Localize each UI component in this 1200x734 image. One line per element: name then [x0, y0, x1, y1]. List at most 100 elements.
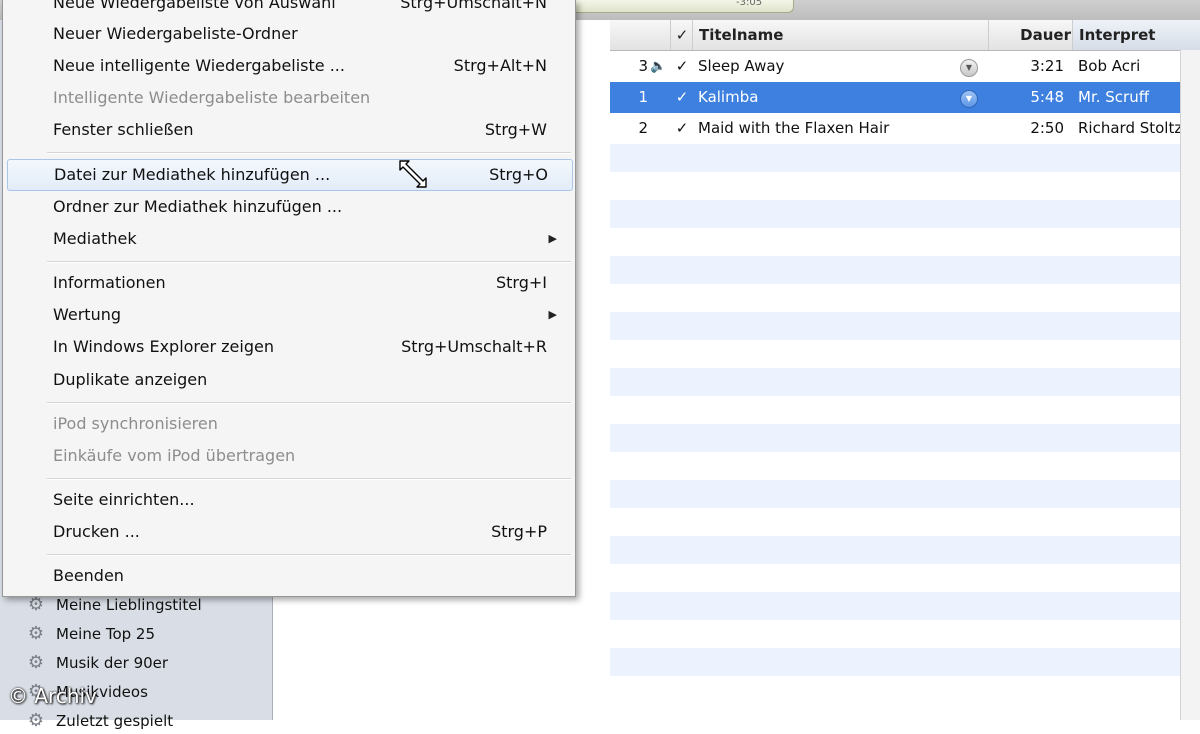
menu-item-label: Intelligente Wiedergabeliste bearbeiten	[53, 88, 371, 107]
empty-row	[610, 256, 1180, 284]
empty-row	[610, 620, 1180, 648]
empty-row	[610, 312, 1180, 340]
track-duration: 2:50	[1030, 119, 1064, 137]
menu-item-label: Neue Wiedergabeliste von Auswahl	[53, 0, 336, 12]
empty-row	[610, 200, 1180, 228]
menu-item-label: Ordner zur Mediathek hinzufügen ...	[53, 197, 343, 216]
scrollbar[interactable]	[1180, 50, 1200, 720]
empty-row	[610, 228, 1180, 256]
sidebar-item-label: Zuletzt gespielt	[56, 712, 174, 730]
menu-item-label: iPod synchronisieren	[53, 414, 218, 433]
column-title[interactable]: Titelname	[692, 20, 989, 50]
menu-item-quit[interactable]: Beenden	[7, 561, 571, 591]
menu-item-transfer-purchases: Einkäufe vom iPod übertragen	[7, 441, 571, 471]
menu-separator	[47, 478, 571, 480]
empty-row	[610, 340, 1180, 368]
menu-item-label: Drucken ...	[53, 522, 140, 541]
track-number: 1	[638, 88, 648, 106]
menu-item-shortcut: Strg+Umschalt+N	[400, 0, 547, 12]
menu-item-label: Einkäufe vom iPod übertragen	[53, 446, 296, 465]
table-row[interactable]: 2 ✓ Maid with the Flaxen Hair 2:50 Richa…	[610, 113, 1180, 144]
menu-separator	[47, 152, 571, 154]
file-menu: Neue Wiedergabeliste von Auswahl Strg+Um…	[2, 0, 576, 597]
menu-item-close-window[interactable]: Fenster schließen Strg+W	[7, 115, 571, 145]
empty-row	[610, 396, 1180, 424]
track-list: ✓ Titelname Dauer Interpret 3 🔈 ✓ Sleep …	[610, 20, 1200, 720]
sidebar-item-top25[interactable]: ⚙ Meine Top 25	[26, 621, 155, 647]
track-arrow-icon[interactable]: ▼	[960, 90, 978, 108]
track-artist: Bob Acri	[1078, 57, 1141, 75]
track-checkbox[interactable]: ✓	[674, 113, 690, 144]
column-check[interactable]: ✓	[670, 20, 693, 50]
menu-item-add-folder-to-library[interactable]: Ordner zur Mediathek hinzufügen ...	[7, 192, 571, 222]
menu-item-label: Seite einrichten...	[53, 490, 195, 509]
column-artist[interactable]: Interpret	[1072, 20, 1200, 50]
menu-item-label: Duplikate anzeigen	[53, 370, 208, 389]
track-title: Sleep Away	[698, 57, 785, 75]
empty-row	[610, 480, 1180, 508]
menu-item-shortcut: Strg+W	[484, 120, 547, 139]
smart-playlist-gear-icon: ⚙	[27, 594, 45, 615]
menu-item-rating[interactable]: Wertung ▶	[7, 300, 571, 330]
menu-item-show-in-explorer[interactable]: In Windows Explorer zeigen Strg+Umschalt…	[7, 332, 571, 362]
menu-item-shortcut: Strg+O	[489, 165, 548, 184]
track-number: 2	[638, 119, 648, 137]
submenu-arrow-icon: ▶	[548, 308, 557, 321]
menu-item-print[interactable]: Drucken ... Strg+P	[7, 517, 571, 547]
menu-item-information[interactable]: Informationen Strg+I	[7, 268, 571, 298]
menu-item-label: Mediathek	[53, 229, 137, 248]
menu-item-new-smart-playlist[interactable]: Neue intelligente Wiedergabeliste ... St…	[7, 51, 571, 81]
empty-row	[610, 508, 1180, 536]
menu-item-shortcut: Strg+Alt+N	[453, 56, 547, 75]
menu-item-ipod-sync: iPod synchronisieren	[7, 409, 571, 439]
menu-item-library[interactable]: Mediathek ▶	[7, 224, 571, 254]
menu-item-label: Wertung	[53, 305, 122, 324]
menu-item-label: Datei zur Mediathek hinzufügen ...	[54, 165, 331, 184]
track-number: 3	[638, 57, 648, 75]
menu-item-add-file-to-library[interactable]: Datei zur Mediathek hinzufügen ... Strg+…	[7, 159, 573, 191]
submenu-arrow-icon: ▶	[548, 232, 557, 245]
speaker-icon: 🔈	[650, 59, 664, 74]
menu-separator	[47, 261, 571, 263]
menu-separator	[47, 554, 571, 556]
track-duration: 5:48	[1030, 88, 1064, 106]
smart-playlist-gear-icon: ⚙	[27, 652, 45, 673]
empty-row	[610, 284, 1180, 312]
empty-row	[610, 592, 1180, 620]
menu-item-shortcut: Strg+Umschalt+R	[401, 337, 547, 356]
track-list-header: ✓ Titelname Dauer Interpret	[610, 20, 1200, 51]
watermark: © Archiv	[8, 684, 97, 708]
menu-item-edit-smart-playlist: Intelligente Wiedergabeliste bearbeiten	[7, 83, 571, 113]
menu-item-shortcut: Strg+I	[495, 273, 547, 292]
track-title: Kalimba	[698, 88, 759, 106]
track-title: Maid with the Flaxen Hair	[698, 119, 890, 137]
track-checkbox[interactable]: ✓	[674, 82, 690, 113]
resize-cursor-icon	[399, 160, 427, 188]
empty-row	[610, 452, 1180, 480]
empty-row	[610, 536, 1180, 564]
column-duration[interactable]: Dauer	[988, 20, 1077, 50]
menu-item-page-setup[interactable]: Seite einrichten...	[7, 485, 571, 515]
track-arrow-icon[interactable]: ▼	[960, 59, 978, 77]
menu-item-label: Informationen	[53, 273, 166, 292]
menu-item-show-duplicates[interactable]: Duplikate anzeigen	[7, 365, 571, 395]
empty-row	[610, 424, 1180, 452]
smart-playlist-gear-icon: ⚙	[27, 710, 45, 731]
empty-row	[610, 648, 1180, 676]
empty-row	[610, 144, 1180, 172]
empty-row	[610, 564, 1180, 592]
remaining-time: -3:05	[736, 0, 763, 8]
table-row[interactable]: 3 🔈 ✓ Sleep Away ▼ 3:21 Bob Acri	[610, 51, 1180, 82]
menu-item-shortcut: Strg+P	[491, 522, 547, 541]
menu-item-label: Fenster schließen	[53, 120, 194, 139]
menu-item-label: Beenden	[53, 566, 124, 585]
sidebar-item-recently-played[interactable]: ⚙ Zuletzt gespielt	[26, 708, 173, 734]
table-row[interactable]: 1 ✓ Kalimba ▼ 5:48 Mr. Scruff	[610, 82, 1180, 113]
sidebar-item-90s[interactable]: ⚙ Musik der 90er	[26, 650, 168, 676]
track-checkbox[interactable]: ✓	[674, 51, 690, 82]
menu-item-new-playlist-from-selection[interactable]: Neue Wiedergabeliste von Auswahl Strg+Um…	[7, 0, 571, 18]
empty-row	[610, 368, 1180, 396]
menu-item-new-playlist-folder[interactable]: Neuer Wiedergabeliste-Ordner	[7, 19, 571, 49]
menu-separator	[47, 402, 571, 404]
menu-item-label: Neue intelligente Wiedergabeliste ...	[53, 56, 345, 75]
